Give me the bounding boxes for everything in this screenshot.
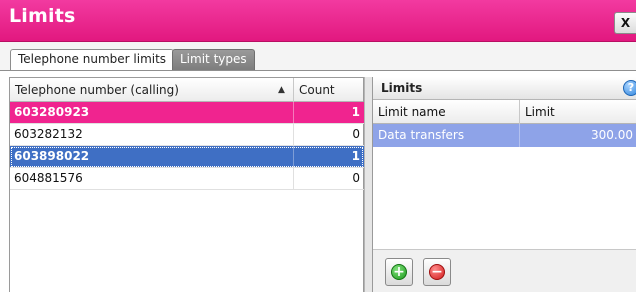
cell-telephone-number: 603898022: [10, 146, 294, 167]
table-row[interactable]: 603282132 0: [10, 124, 364, 146]
window-title-bar: Limits X: [0, 0, 636, 42]
close-button[interactable]: X: [614, 12, 636, 34]
sort-ascending-icon[interactable]: ▲: [278, 78, 285, 102]
table-row-selected[interactable]: 603898022 1: [10, 146, 364, 168]
help-icon[interactable]: ?: [623, 80, 636, 96]
limits-panel: Limits ? Limit name Limit Data transfers…: [372, 77, 636, 292]
limits-grid: Limit name Limit Data transfers 300.00: [373, 100, 636, 250]
telephone-numbers-grid: Telephone number (calling) ▲ Count 60328…: [9, 77, 364, 292]
limit-row[interactable]: Data transfers 300.00: [373, 124, 636, 147]
grid-header: Telephone number (calling) ▲ Count: [10, 78, 363, 102]
cell-count: 0: [352, 171, 360, 185]
limits-panel-header: Limits ?: [373, 77, 636, 100]
column-header-count[interactable]: Count: [294, 78, 364, 102]
table-row[interactable]: 604881576 0: [10, 168, 364, 190]
cell-count: 1: [351, 149, 360, 163]
cell-count: 1: [351, 105, 360, 119]
add-limit-button[interactable]: +: [385, 258, 413, 286]
tab-limit-types[interactable]: Limit types: [172, 49, 255, 70]
cell-count: 0: [352, 127, 360, 141]
table-row[interactable]: 603280923 1: [10, 102, 364, 124]
panel-splitter[interactable]: [364, 77, 372, 292]
remove-limit-button[interactable]: −: [423, 258, 451, 286]
column-header-limit[interactable]: Limit: [520, 100, 636, 124]
tab-strip: Telephone number limits Limit types: [0, 42, 636, 71]
cell-limit-value: 300.00: [591, 128, 633, 142]
column-header-telephone-number[interactable]: Telephone number (calling): [10, 78, 294, 102]
column-header-limit-name[interactable]: Limit name: [373, 100, 520, 124]
cell-telephone-number: 603280923: [10, 102, 294, 123]
remove-icon: −: [429, 264, 445, 280]
add-icon: +: [391, 264, 407, 280]
tab-telephone-number-limits[interactable]: Telephone number limits: [10, 49, 175, 71]
cell-telephone-number: 604881576: [10, 168, 294, 189]
cell-limit-name: Data transfers: [373, 124, 520, 147]
limits-panel-title: Limits: [381, 81, 423, 95]
cell-telephone-number: 603282132: [10, 124, 294, 145]
close-icon: X: [620, 16, 631, 30]
window-title: Limits: [9, 5, 76, 27]
tab-content: Telephone number (calling) ▲ Count 60328…: [0, 70, 636, 292]
limits-grid-header: Limit name Limit: [373, 100, 636, 124]
